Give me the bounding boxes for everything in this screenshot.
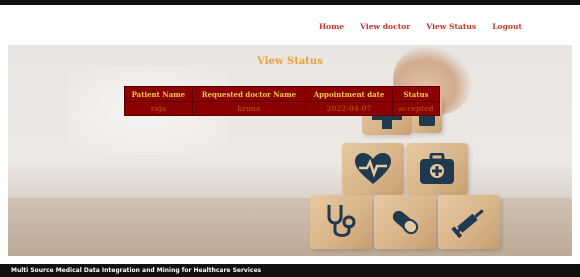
footer: Multi Source Medical Data Integration an… xyxy=(0,264,580,277)
stethoscope-icon xyxy=(327,205,356,237)
syringe-icon xyxy=(451,209,484,239)
cell-status: accepted xyxy=(391,101,441,116)
heart-pulse-icon xyxy=(355,153,391,184)
page-title: View Status xyxy=(257,56,323,67)
cell-doctor-name: kruna xyxy=(191,101,307,116)
status-table: Patient Name Requested doctor Name Appoi… xyxy=(124,86,441,116)
nav-view-status-link[interactable]: View Status xyxy=(426,22,476,31)
nav-home-link[interactable]: Home xyxy=(319,22,344,31)
nav-view-doctor-link[interactable]: View doctor xyxy=(360,22,410,31)
nav-logout-link[interactable]: Logout xyxy=(492,22,522,31)
col-requested-doctor: Requested doctor Name xyxy=(191,86,307,102)
first-aid-kit-icon xyxy=(420,153,454,184)
cube-pill xyxy=(374,195,436,249)
table-row: raja kruna 2022-04-07 accepted xyxy=(124,101,441,116)
cube-heart xyxy=(342,143,404,195)
footer-text: Multi Source Medical Data Integration an… xyxy=(11,267,262,274)
top-bar xyxy=(0,0,580,5)
cube-syringe xyxy=(438,195,500,249)
cube-stethoscope xyxy=(310,195,372,249)
cell-appointment-date: 2022-04-07 xyxy=(305,101,393,116)
cube-first-aid xyxy=(406,143,468,195)
col-status: Status xyxy=(391,86,441,102)
cell-patient-name: raja xyxy=(124,101,193,116)
table-header-row: Patient Name Requested doctor Name Appoi… xyxy=(124,86,441,102)
pill-icon xyxy=(392,210,419,235)
hero-background xyxy=(8,45,572,256)
col-patient-name: Patient Name xyxy=(124,86,193,102)
col-appointment-date: Appointment date xyxy=(305,86,393,102)
main-nav: Home View doctor View Status Logout xyxy=(319,18,522,34)
